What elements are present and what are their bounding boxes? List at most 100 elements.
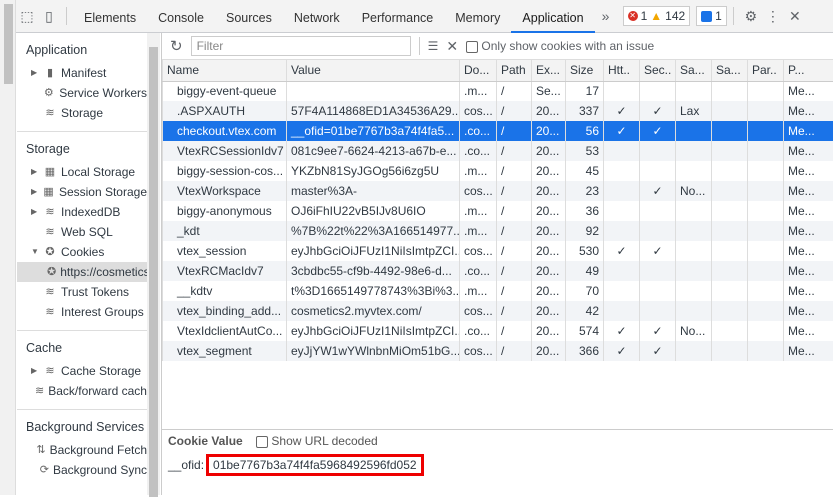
tab-performance[interactable]: Performance (351, 0, 445, 33)
sidebar-item[interactable]: ≋Trust Tokens (17, 282, 147, 302)
cell-sec: ✓ (640, 101, 676, 121)
device-toolbar-icon[interactable]: ▯ (38, 8, 60, 25)
sidebar-item[interactable]: ≋Web SQL (17, 222, 147, 242)
cookie-row[interactable]: VtexRCMacIdv73cbdbc55-cf9b-4492-98e6-d..… (163, 261, 833, 281)
warning-icon: ▲ (650, 9, 662, 23)
sidebar-item[interactable]: ▶≋Cache Storage (17, 361, 147, 381)
filter-input[interactable]: Filter (191, 36, 411, 56)
column-header[interactable]: Sec.. (640, 60, 676, 81)
tab-network[interactable]: Network (283, 0, 351, 33)
tab-memory[interactable]: Memory (444, 0, 511, 33)
cookie-row[interactable]: VtexRCSessionIdv7081c9ee7-6624-4213-a67b… (163, 141, 833, 161)
cookie-row[interactable]: biggy-session-cos...YKZbN81SyJGOg56i6zg5… (163, 161, 833, 181)
cookie-row[interactable]: VtexIdclientAutCo...eyJhbGciOiJFUzI1NiIs… (163, 321, 833, 341)
cookie-row[interactable]: .ASPXAUTH57F4A114868ED1A34536A29...cos..… (163, 101, 833, 121)
cookies-table: NameValueDo...PathEx...SizeHtt..Sec..Sa.… (162, 60, 833, 430)
show-url-decoded-checkbox[interactable]: Show URL decoded (256, 434, 378, 448)
column-header[interactable]: Name (163, 60, 287, 81)
cookie-row[interactable]: checkout.vtex.com__ofid=01be7767b3a74f4f… (163, 121, 833, 141)
sidebar-item[interactable]: ≋Storage (17, 103, 147, 123)
cell-htt: ✓ (604, 321, 640, 341)
expand-arrow-icon[interactable]: ▶ (31, 202, 39, 222)
cell-sa (712, 181, 748, 201)
refresh-icon[interactable]: ↻ (170, 37, 183, 55)
messages-badge[interactable]: 1 (696, 6, 727, 26)
inspect-element-icon[interactable]: ⬚ (16, 8, 38, 25)
cell-sa (712, 101, 748, 121)
sidebar-item[interactable]: ⇅Background Fetch (17, 440, 147, 460)
cell-do: cos... (460, 241, 497, 261)
cell-ex: 20... (532, 221, 566, 241)
collapse-arrow-icon[interactable]: ▼ (31, 242, 39, 262)
cookie-row[interactable]: vtex_segmenteyJjYW1wYWlnbnMiOm51bG...cos… (163, 341, 833, 361)
cell-path: / (497, 101, 532, 121)
tab-sources[interactable]: Sources (215, 0, 283, 33)
cell-par (748, 221, 784, 241)
more-tabs-icon[interactable]: » (595, 8, 617, 24)
cell-p: Me... (784, 281, 833, 301)
expand-arrow-icon[interactable]: ▶ (31, 361, 39, 381)
column-header[interactable]: Value (287, 60, 460, 81)
cookie-row[interactable]: __kdtvt%3D1665149778743%3Bi%3....m.../20… (163, 281, 833, 301)
database-icon: ≋ (43, 361, 57, 381)
close-icon[interactable]: ✕ (784, 8, 806, 25)
sidebar-item[interactable]: ▶▮Manifest (17, 63, 147, 83)
sidebar-item[interactable]: ≋Back/forward cache (17, 381, 147, 401)
sidebar-item[interactable]: ▶≋IndexedDB (17, 202, 147, 222)
tab-elements[interactable]: Elements (73, 0, 147, 33)
expand-arrow-icon[interactable]: ▶ (31, 162, 39, 182)
clear-filtered-icon[interactable]: ☰ (428, 39, 439, 53)
column-header[interactable]: Sa... (712, 60, 748, 81)
cell-p: Me... (784, 261, 833, 281)
cell-par (748, 121, 784, 141)
kebab-menu-icon[interactable]: ⋮ (762, 8, 784, 25)
cookie-row[interactable]: VtexWorkspacemaster%3A-cos.../20...23✓No… (163, 181, 833, 201)
sidebar-item-label: Web SQL (61, 222, 113, 242)
cookie-value-text[interactable]: 01be7767b3a74f4fa5968492596fd052 (206, 454, 424, 476)
sidebar-item[interactable]: ⟳Background Sync (17, 460, 147, 480)
sidebar-item[interactable]: ✪https://cosmetics2.myvtex.com (17, 262, 147, 282)
column-header[interactable]: Htt.. (604, 60, 640, 81)
only-issues-checkbox[interactable]: Only show cookies with an issue (466, 39, 654, 53)
cell-sa (676, 121, 712, 141)
cookie-row[interactable]: biggy-anonymousOJ6iFhIU22vB5IJv8U6IO.m..… (163, 201, 833, 221)
sidebar-item[interactable]: ▶▦Local Storage (17, 162, 147, 182)
column-header[interactable]: Path (497, 60, 532, 81)
sidebar-item[interactable]: ≋Interest Groups (17, 302, 147, 322)
cookie-row[interactable]: vtex_binding_add...cosmetics2.myvtex.com… (163, 301, 833, 321)
cell-name: VtexIdclientAutCo... (163, 321, 287, 341)
cell-p: Me... (784, 341, 833, 361)
column-header[interactable]: Sa... (676, 60, 712, 81)
column-header[interactable]: Size (566, 60, 604, 81)
sidebar-scrollbar[interactable] (147, 33, 160, 495)
column-header[interactable]: P... (784, 60, 833, 81)
cell-name: vtex_binding_add... (163, 301, 287, 321)
cell-sa (676, 261, 712, 281)
issues-badge[interactable]: ✕1▲142 (623, 6, 691, 26)
cell-ex: 20... (532, 201, 566, 221)
cell-value (287, 81, 460, 101)
sidebar-item[interactable]: ▼✪Cookies (17, 242, 147, 262)
cookie-row[interactable]: vtex_sessioneyJhbGciOiJFUzI1NiIsImtpZCI.… (163, 241, 833, 261)
cookie-icon: ✪ (47, 262, 56, 282)
outer-scrollbar[interactable] (0, 0, 16, 495)
sidebar-item-label: IndexedDB (61, 202, 120, 222)
cookie-row[interactable]: _kdt%7B%22t%22%3A166514977....m.../20...… (163, 221, 833, 241)
cookie-row[interactable]: biggy-event-queue.m.../Se...17Me... (163, 81, 833, 101)
column-header[interactable]: Ex... (532, 60, 566, 81)
expand-arrow-icon[interactable]: ▶ (31, 182, 38, 202)
expand-arrow-icon[interactable]: ▶ (31, 63, 39, 83)
tab-console[interactable]: Console (147, 0, 215, 33)
sidebar-item[interactable]: ▶▦Session Storage (17, 182, 147, 202)
cell-do: .m... (460, 81, 497, 101)
gear-icon[interactable]: ⚙ (740, 8, 762, 25)
delete-all-icon[interactable]: ✕ (446, 38, 458, 55)
tab-application[interactable]: Application (511, 0, 594, 33)
column-header[interactable]: Do... (460, 60, 497, 81)
sidebar-item[interactable]: ⚙Service Workers (17, 83, 147, 103)
cell-do: cos... (460, 301, 497, 321)
cell-sa: No... (676, 321, 712, 341)
column-header[interactable]: Par.. (748, 60, 784, 81)
cell-ex: 20... (532, 261, 566, 281)
cell-path: / (497, 341, 532, 361)
